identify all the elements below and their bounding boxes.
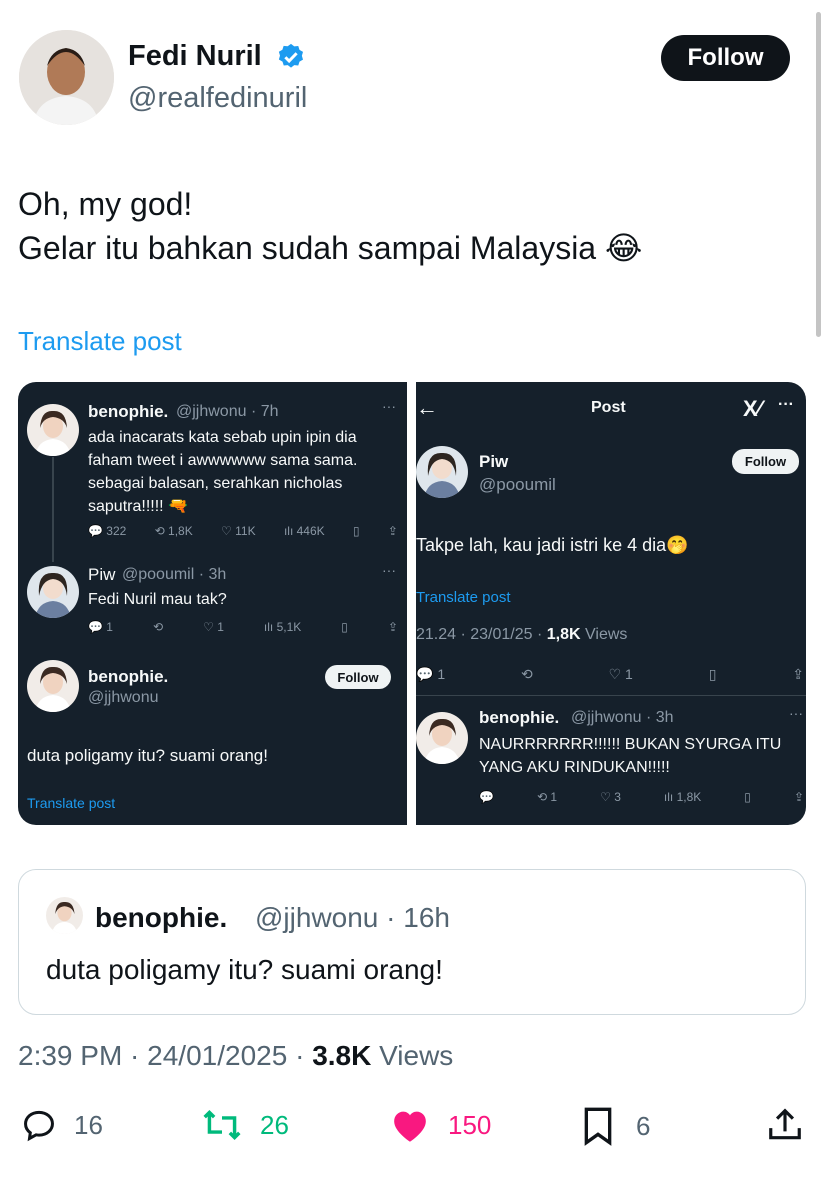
post-views-label: Views xyxy=(580,626,628,643)
tweet1-handle: @jjhwonu · 7h xyxy=(176,403,279,420)
tweet1-actions: 💬 322 ⟲ 1,8K ♡ 11K ılı 446K ▯ ⇪ xyxy=(88,524,398,538)
main-handle: @pooumil xyxy=(479,475,556,494)
avatar xyxy=(27,404,79,456)
tweet1-name: benophie. xyxy=(88,402,169,421)
reply-likes: 3 xyxy=(614,790,621,804)
avatar xyxy=(27,566,79,618)
follow-button: Follow xyxy=(325,665,391,689)
repost-count: 26 xyxy=(260,1109,289,1140)
follow-button[interactable]: Follow xyxy=(661,35,790,81)
views-count: 3.8K xyxy=(312,1040,372,1071)
more-icon: ··· xyxy=(382,562,396,578)
views-label: Views xyxy=(371,1040,454,1071)
main-name: Piw xyxy=(479,452,509,471)
tweet1-replies: 322 xyxy=(106,524,127,538)
translate-post-link: Translate post xyxy=(416,589,511,606)
post-views-count: 1,8K xyxy=(546,626,581,643)
post-time: 21.24 · 23/01/25 · xyxy=(416,626,547,643)
reply-views: 1,8K xyxy=(676,790,702,804)
grok-icon: X⁄ xyxy=(743,396,762,421)
bookmark-button[interactable]: 6 xyxy=(580,1106,650,1146)
tweet2-actions: 💬 1 ⟲ ♡ 1 ılı 5,1K ▯ ⇪ xyxy=(88,620,398,634)
quoted-post[interactable]: benophie. @jjhwonu · 16h duta poligamy i… xyxy=(18,869,806,1015)
media-image-right[interactable]: ← Post X⁄ ··· Piw @pooumil Follow Takpe … xyxy=(416,382,806,825)
translate-post-link[interactable]: Translate post xyxy=(18,326,182,357)
tweet2-text: Fedi Nuril mau tak? xyxy=(88,591,227,608)
bookmark-count: 6 xyxy=(636,1110,651,1141)
header-title: Post xyxy=(591,399,626,416)
share-button[interactable] xyxy=(766,1106,804,1144)
reply-name: benophie. xyxy=(479,708,560,727)
media-image-left[interactable]: benophie. @jjhwonu · 7h ··· ada inacarat… xyxy=(18,382,407,825)
reply-icon xyxy=(20,1106,58,1144)
main-replies: 1 xyxy=(437,666,446,682)
tweet1-text: ada inacarats kata sebab upin ipin dia f… xyxy=(88,429,358,515)
reply-actions: 💬 ⟲ 1 ♡ 3 ılı 1,8K ▯ ⇪ xyxy=(479,790,804,804)
post-text-line1: Oh, my god! xyxy=(18,186,193,222)
heart-icon xyxy=(390,1106,430,1144)
author-name[interactable]: Fedi Nuril xyxy=(128,40,262,73)
main-name: benophie. xyxy=(88,667,169,686)
post-text-line2: Gelar itu bahkan sudah sampai Malaysia 😂 xyxy=(18,230,643,266)
reply-button[interactable]: 16 xyxy=(20,1106,103,1144)
tweet2-handle: @pooumil · 3h xyxy=(122,566,227,583)
reply-text: NAURRRRRRR!!!!!! BUKAN SYURGA ITU YANG A… xyxy=(479,736,782,776)
tweet2-views: 5,1K xyxy=(276,620,302,634)
avatar xyxy=(416,712,468,764)
author-avatar[interactable] xyxy=(19,30,114,125)
bookmark-icon xyxy=(580,1106,616,1146)
main-handle: @jjhwonu xyxy=(88,689,159,706)
quote-name: benophie. xyxy=(95,902,228,933)
more-icon: ··· xyxy=(778,396,794,413)
avatar xyxy=(27,660,79,712)
reply-reposts: 1 xyxy=(550,790,558,804)
repost-button[interactable]: 26 xyxy=(200,1106,289,1144)
translate-post-link: Translate post xyxy=(27,795,116,811)
post-meta: 21.24 · 23/01/25 · 1,8K Views xyxy=(416,626,627,644)
main-actions: 💬 1 ⟲ ♡ 1 ▯ ⇪ xyxy=(416,666,804,682)
reply-handle: @jjhwonu · 3h xyxy=(571,709,674,726)
main-text: Takpe lah, kau jadi istri ke 4 dia🤭 xyxy=(416,535,689,555)
quote-avatar xyxy=(46,897,83,934)
tweet2-likes: 1 xyxy=(217,620,224,634)
main-likes: 1 xyxy=(625,666,633,682)
tweet1-reposts: 1,8K xyxy=(168,524,193,538)
tweet1-likes: 11K xyxy=(235,524,256,538)
quote-handle: @jjhwonu · 16h xyxy=(255,902,450,933)
verified-badge-icon xyxy=(276,42,306,72)
tweet1-views: 446K xyxy=(296,524,325,538)
back-arrow-icon: ← xyxy=(416,395,438,420)
scrollbar[interactable] xyxy=(816,12,821,337)
author-handle[interactable]: @realfedinuril xyxy=(128,82,307,115)
more-icon: ··· xyxy=(382,398,396,414)
share-icon xyxy=(766,1106,804,1144)
post-time[interactable]: 2:39 PM · 24/01/2025 · xyxy=(18,1040,312,1071)
more-icon: ··· xyxy=(789,705,803,721)
reply-count: 16 xyxy=(74,1109,103,1140)
avatar xyxy=(416,446,468,498)
like-button[interactable]: 150 xyxy=(390,1106,491,1144)
follow-button: Follow xyxy=(732,449,799,474)
tweet2-replies: 1 xyxy=(106,620,113,634)
main-text: duta poligamy itu? suami orang! xyxy=(27,746,268,765)
post-meta: 2:39 PM · 24/01/2025 · 3.8K Views xyxy=(18,1040,453,1072)
repost-icon xyxy=(200,1106,244,1144)
tweet2-name: Piw xyxy=(88,565,116,584)
like-count: 150 xyxy=(448,1109,492,1140)
quote-text: duta poligamy itu? suami orang! xyxy=(46,954,443,985)
